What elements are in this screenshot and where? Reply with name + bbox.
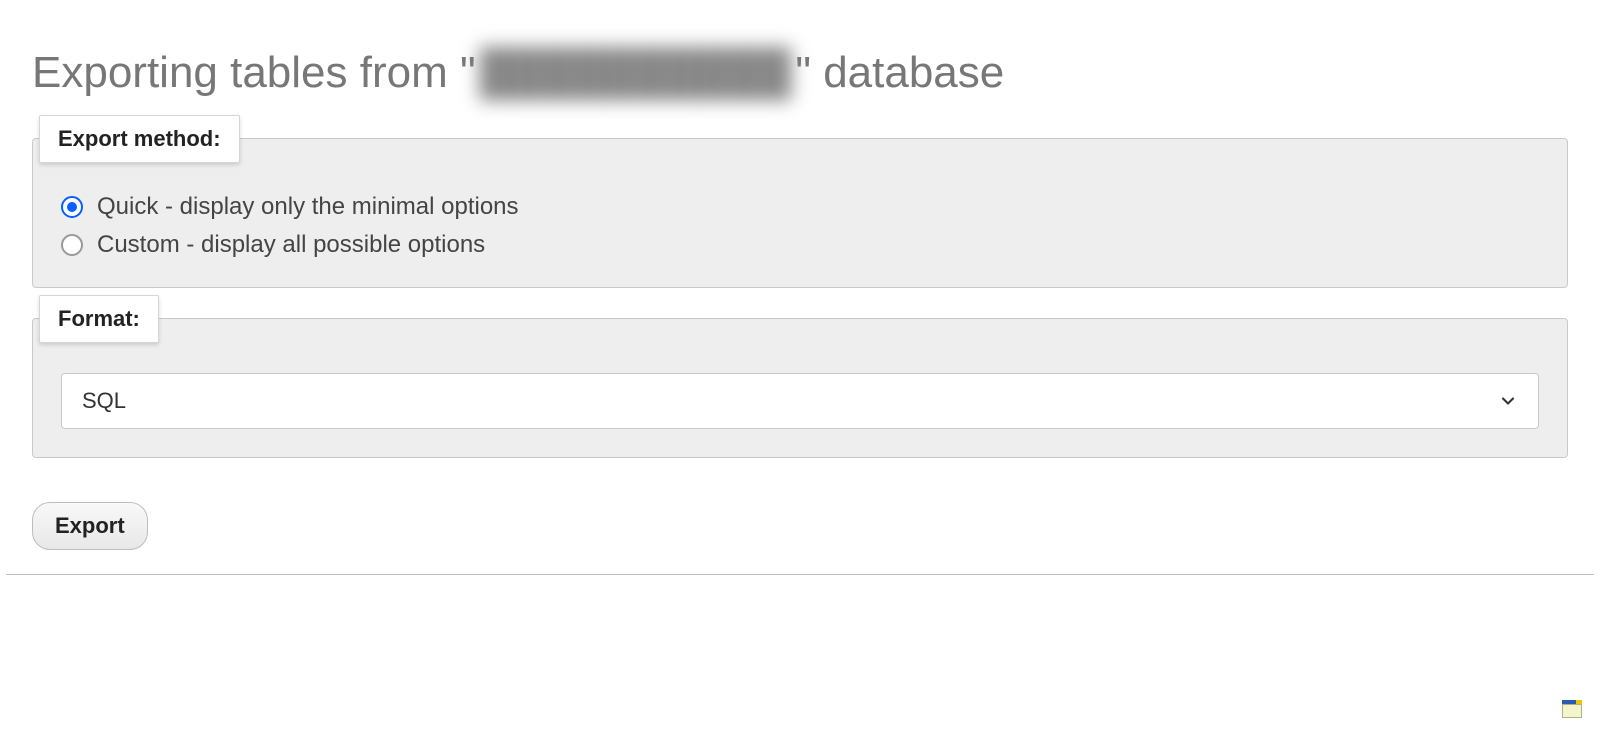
export-button[interactable]: Export bbox=[32, 502, 148, 550]
radio-indicator-custom bbox=[61, 234, 83, 256]
radio-option-custom[interactable]: Custom - display all possible options bbox=[61, 231, 1539, 259]
export-method-fieldset: Export method: Quick - display only the … bbox=[32, 138, 1568, 288]
window-icon[interactable] bbox=[1562, 700, 1582, 718]
format-fieldset: Format: SQL bbox=[32, 318, 1568, 458]
radio-option-quick[interactable]: Quick - display only the minimal options bbox=[61, 193, 1539, 221]
chevron-down-icon bbox=[1498, 391, 1518, 411]
radio-indicator-quick bbox=[61, 196, 83, 218]
title-suffix: " database bbox=[795, 48, 1004, 97]
title-prefix: Exporting tables from " bbox=[32, 48, 476, 97]
divider bbox=[6, 574, 1594, 575]
page-title: Exporting tables from "██████████" datab… bbox=[32, 48, 1600, 98]
format-legend: Format: bbox=[39, 295, 159, 343]
title-database-name: ██████████ bbox=[476, 48, 796, 98]
radio-label-custom: Custom - display all possible options bbox=[97, 231, 485, 259]
format-select[interactable]: SQL bbox=[61, 373, 1539, 429]
radio-label-quick: Quick - display only the minimal options bbox=[97, 193, 519, 221]
format-selected-value: SQL bbox=[82, 388, 126, 414]
export-method-radio-group: Quick - display only the minimal options… bbox=[33, 139, 1567, 287]
export-method-legend: Export method: bbox=[39, 115, 240, 163]
